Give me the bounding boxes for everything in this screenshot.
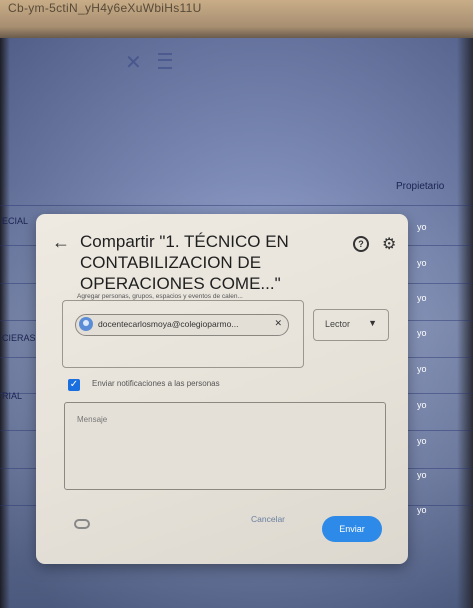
owner-cell: yo — [417, 505, 427, 515]
row-divider — [0, 205, 473, 206]
send-button-label: Enviar — [339, 524, 365, 534]
owner-cell: yo — [417, 328, 427, 338]
file-row-name[interactable]: RIAL — [2, 391, 22, 401]
owner-cell: yo — [417, 222, 427, 232]
file-row-name[interactable]: CIERAS — [2, 333, 36, 343]
send-button[interactable]: Enviar — [322, 516, 382, 542]
owner-cell: yo — [417, 293, 427, 303]
back-arrow-icon[interactable]: ← — [52, 232, 70, 253]
cancel-button[interactable]: Cancelar — [251, 514, 285, 524]
link-icon[interactable] — [74, 519, 90, 529]
owner-cell: yo — [417, 436, 427, 446]
gear-icon[interactable]: ⚙ — [382, 234, 396, 254]
menu-icon[interactable] — [158, 53, 172, 69]
close-icon[interactable]: ✕ — [125, 50, 142, 75]
role-dropdown[interactable]: Lector ▼ — [313, 309, 389, 341]
owner-cell: yo — [417, 258, 427, 268]
help-icon[interactable]: ? — [353, 236, 369, 252]
remove-recipient-icon[interactable]: ✕ — [274, 318, 282, 329]
role-value: Lector — [325, 319, 351, 329]
notify-checkbox[interactable]: ✓ — [68, 379, 80, 391]
dialog-title: Compartir "1. TÉCNICO EN CONTABILIZACION… — [80, 232, 289, 293]
owner-cell: yo — [417, 470, 427, 480]
recipient-email: docentecarlosmoya@colegioparmo... — [98, 319, 239, 329]
browser-tab-strip: Cb-ym-5ctiN_yH4y6eXuWbiHs11U — [0, 0, 473, 38]
message-placeholder: Mensaje — [77, 415, 108, 424]
owner-column-header: Propietario — [396, 181, 445, 192]
file-row-name[interactable]: ECIAL — [2, 216, 28, 226]
chevron-down-icon: ▼ — [368, 318, 377, 328]
recipient-chip[interactable]: docentecarlosmoya@colegioparmo... ✕ — [75, 314, 289, 336]
monitor-frame-right — [457, 38, 473, 608]
share-dialog: ← Compartir "1. TÉCNICO EN CONTABILIZACI… — [36, 214, 408, 564]
url-fragment: Cb-ym-5ctiN_yH4y6eXuWbiHs11U — [8, 1, 202, 15]
owner-cell: yo — [417, 400, 427, 410]
message-textarea[interactable]: Mensaje — [64, 402, 386, 490]
avatar-icon — [79, 317, 93, 331]
recipients-input-label: Agregar personas, grupos, espacios y eve… — [74, 293, 246, 300]
monitor-frame-left — [0, 38, 10, 608]
owner-cell: yo — [417, 364, 427, 374]
notify-label: Enviar notificaciones a las personas — [92, 379, 220, 388]
